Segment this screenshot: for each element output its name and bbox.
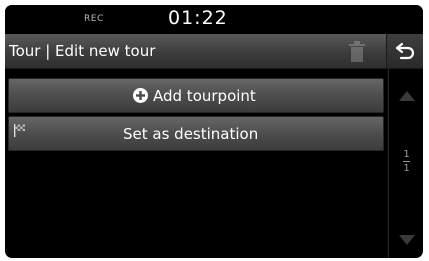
page-title: Tour | Edit new tour: [9, 42, 156, 60]
rec-indicator: REC: [84, 14, 104, 24]
tour-option-list: Add tourpoint Set as destination: [5, 69, 385, 258]
head-unit-screen: REC 01:22 Tour | Edit new tour Add tourp…: [5, 5, 423, 258]
set-as-destination-label: Set as destination: [123, 125, 259, 143]
page-divider: [403, 161, 410, 162]
flag-icon: [14, 124, 25, 137]
add-tourpoint-label: Add tourpoint: [153, 87, 256, 105]
page-indicator: 1 1: [389, 149, 423, 174]
back-button[interactable]: [386, 34, 423, 68]
scroll-up-arrow-icon[interactable]: [399, 91, 415, 101]
clock-time: 01:22: [168, 7, 228, 29]
title-bar: Tour | Edit new tour: [5, 34, 423, 69]
scroll-down-arrow-icon[interactable]: [399, 235, 415, 245]
set-as-destination-button[interactable]: Set as destination: [8, 116, 384, 151]
current-page: 1: [403, 149, 410, 160]
back-arrow-icon: [395, 42, 415, 60]
status-bar: REC 01:22: [5, 5, 423, 34]
trash-icon[interactable]: [347, 41, 367, 63]
plus-circle-icon: [133, 88, 148, 103]
add-tourpoint-button[interactable]: Add tourpoint: [8, 78, 384, 113]
scrollbar[interactable]: 1 1: [388, 69, 423, 258]
total-pages: 1: [403, 163, 410, 174]
